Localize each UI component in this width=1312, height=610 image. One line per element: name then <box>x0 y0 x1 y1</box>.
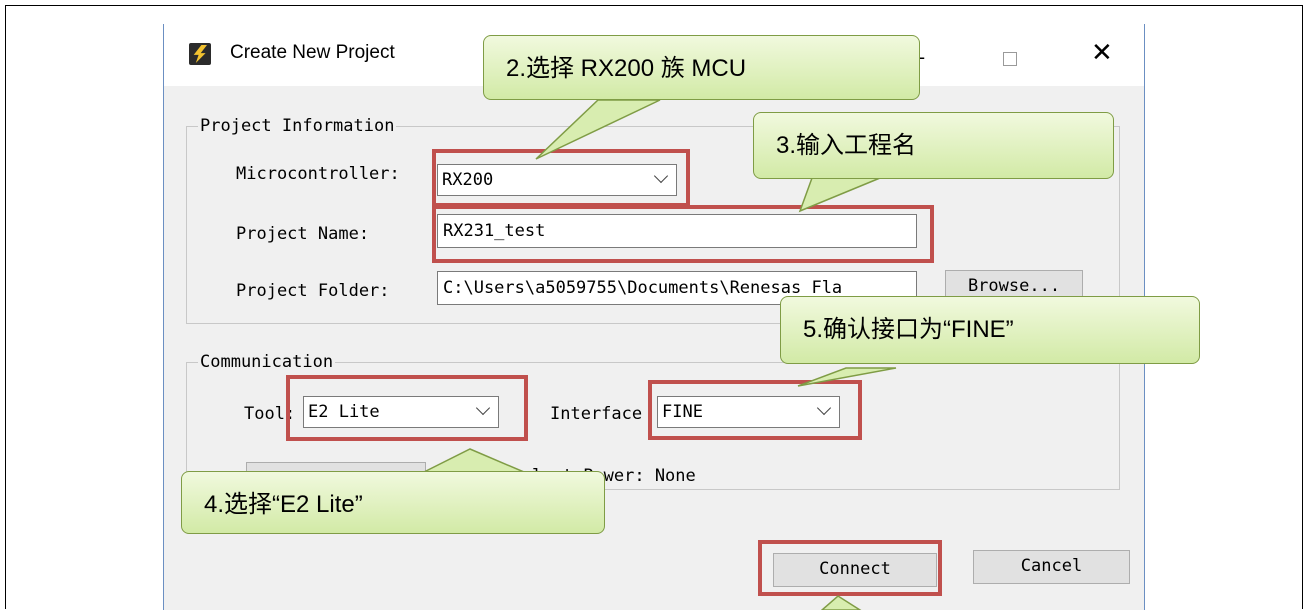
callout-tail-step5 <box>797 367 897 387</box>
callout-step2: 2.选择 RX200 族 MCU <box>483 35 920 100</box>
callout-step4: 4.选择“E2 Lite” <box>181 471 605 534</box>
callout-tail-step3 <box>798 177 881 213</box>
callout-tail-connect <box>820 595 862 610</box>
callout-step5: 5.确认接口为“FINE” <box>780 296 1200 364</box>
callout-tail-step2 <box>535 99 661 160</box>
callout-step3: 3.输入工程名 <box>753 112 1114 179</box>
